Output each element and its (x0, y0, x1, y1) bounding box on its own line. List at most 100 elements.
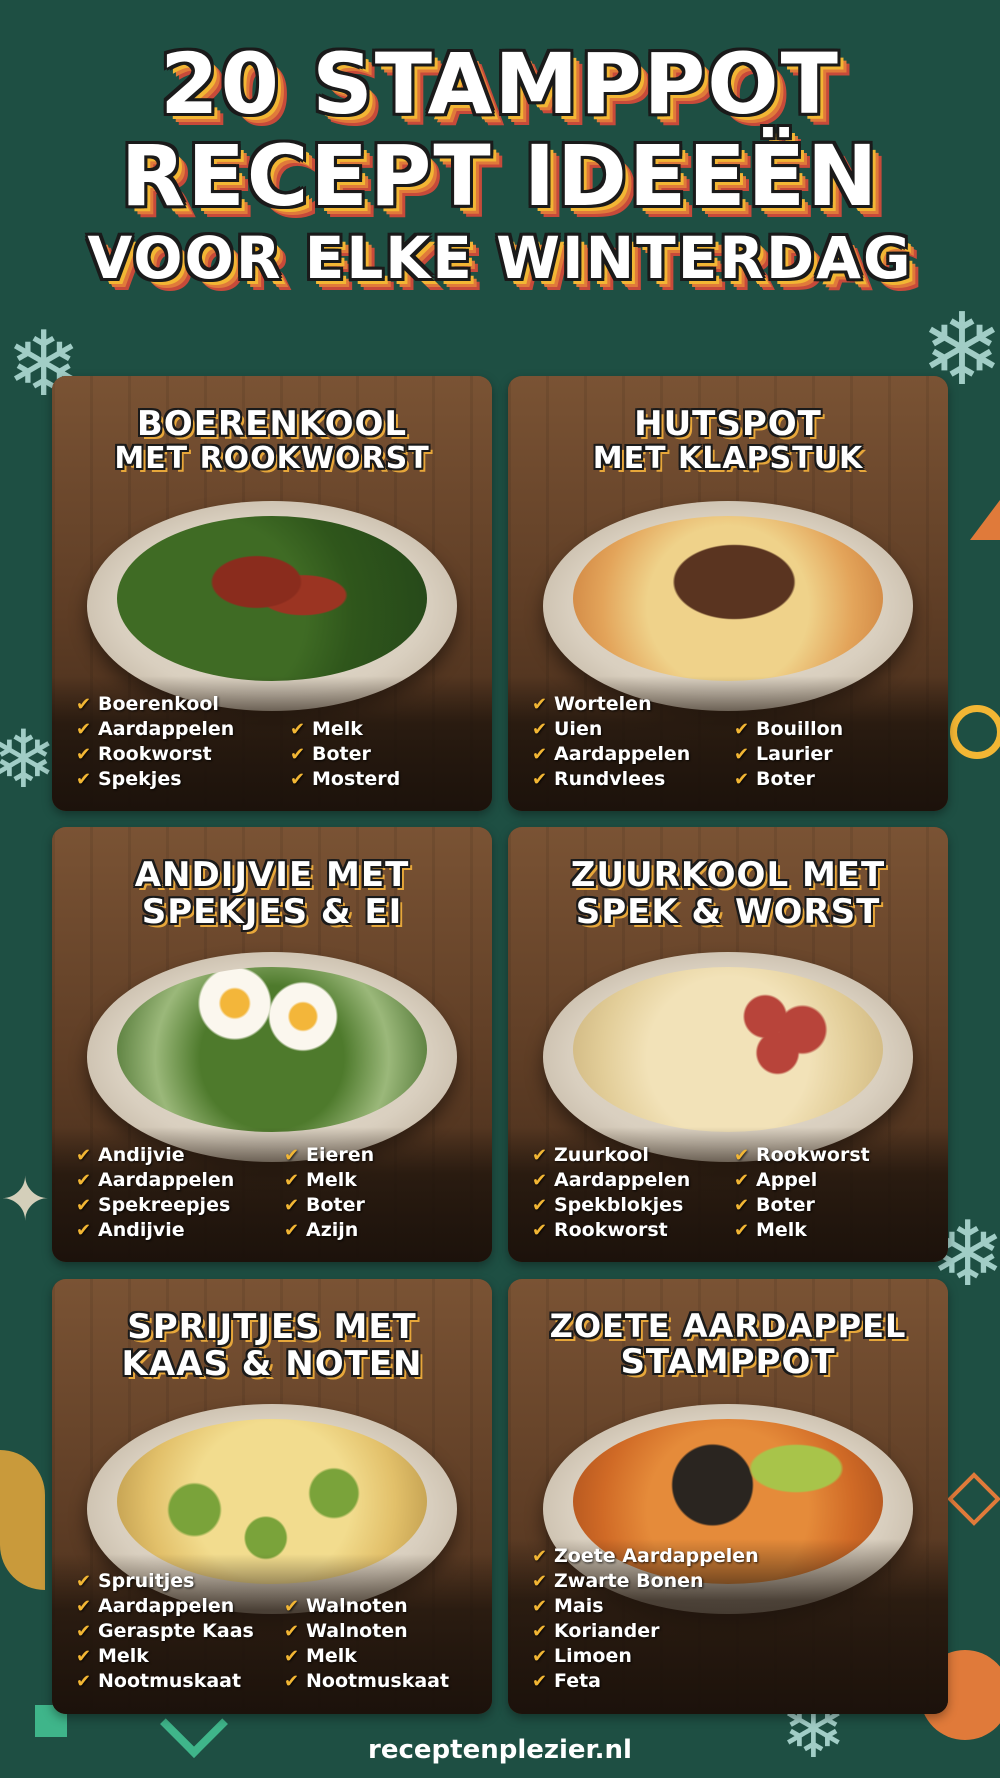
check-icon: ✔ (532, 694, 548, 715)
check-icon: ✔ (76, 1170, 92, 1191)
recipe-title: HUTSPOT MET KLAPSTUK (592, 404, 864, 476)
ingredient-item: ✔ Melk (290, 718, 363, 740)
ingredient-item: ✔ Aardappelen (76, 1169, 235, 1191)
check-icon: ✔ (532, 1671, 548, 1692)
ingredient-list: ✔ Walnoten ✔ Walnoten ✔ Melk ✔ Nootmuskaat (284, 1594, 449, 1694)
ingredient-item: ✔ Wortelen (532, 693, 652, 715)
check-icon: ✔ (284, 1671, 300, 1692)
ingredient-item: ✔ Melk (76, 1645, 149, 1667)
ingredient-item: ✔ Nootmuskaat (76, 1670, 242, 1692)
ingredient-item: ✔ Walnoten (284, 1595, 408, 1617)
ingredient-item: ✔ Geraspte Kaas (76, 1620, 254, 1642)
ingredient-item: ✔ Appel (734, 1169, 818, 1191)
check-icon: ✔ (290, 719, 306, 740)
check-icon: ✔ (532, 719, 548, 740)
title-line-3: VOOR ELKE WINTERDAG (87, 224, 913, 293)
food-image (117, 516, 427, 681)
ingredient-list: ✔ Boerenkool ✔ Aardappelen ✔ Rookworst ✔ Spe… (76, 692, 234, 792)
ingredient-item: ✔ Melk (284, 1169, 357, 1191)
check-icon: ✔ (532, 1596, 548, 1617)
check-icon: ✔ (76, 1220, 92, 1241)
recipe-title: ZUURKOOL MET SPEK & WORST (570, 855, 886, 932)
recipe-card-andijvie[interactable]: ANDIJVIE MET SPEKJES & EI ✔ Andijvie ✔ Aar… (52, 827, 492, 1262)
check-icon: ✔ (284, 1596, 300, 1617)
check-icon: ✔ (76, 1145, 92, 1166)
check-icon: ✔ (734, 1220, 750, 1241)
sparkle-icon: ✦ (0, 1165, 51, 1235)
check-icon: ✔ (734, 744, 750, 765)
check-icon: ✔ (76, 1671, 92, 1692)
ingredient-item: ✔ Boerenkool (76, 693, 219, 715)
title-line-1: 20 STAMPPOT (160, 35, 840, 133)
check-icon: ✔ (284, 1170, 300, 1191)
ingredient-list: ✔ Wortelen ✔ Uien ✔ Aardappelen ✔ Rundvlees (532, 692, 690, 792)
ingredient-item: ✔ Spekjes (76, 768, 182, 790)
ingredient-list: ✔ Melk ✔ Boter ✔ Mosterd (290, 717, 400, 792)
check-icon: ✔ (76, 744, 92, 765)
check-icon: ✔ (532, 1220, 548, 1241)
footer-website[interactable]: receptenplezier.nl (0, 1735, 1000, 1765)
ingredient-item: ✔ Rookworst (76, 743, 212, 765)
check-icon: ✔ (76, 1646, 92, 1667)
recipe-card-zoete-aardappel[interactable]: ZOETE AARDAPPEL STAMPPOT ✔ Zoete Aardappe… (508, 1279, 948, 1714)
ingredient-item: ✔ Mosterd (290, 768, 401, 790)
ingredient-item: ✔ Zwarte Bonen (532, 1570, 704, 1592)
ingredient-list: ✔ Rookworst ✔ Appel ✔ Boter ✔ Melk (734, 1143, 870, 1243)
orange-leaf-decoration (0, 1450, 45, 1590)
check-icon: ✔ (76, 1195, 92, 1216)
ingredient-item: ✔ Koriander (532, 1620, 660, 1642)
ingredient-item: ✔ Aardappelen (76, 1595, 235, 1617)
ingredient-item: ✔ Rookworst (532, 1219, 668, 1241)
recipe-title: SPRIJTJES MET KAAS & NOTEN (121, 1307, 423, 1384)
check-icon: ✔ (76, 1571, 92, 1592)
ingredient-item: ✔ Aardappelen (76, 718, 235, 740)
check-icon: ✔ (76, 1621, 92, 1642)
page-title: 20 STAMPPOT RECEPT IDEEËN VOOR ELKE WINT… (0, 40, 1000, 289)
recipe-title: ZOETE AARDAPPEL STAMPPOT (549, 1307, 907, 1382)
orange-circle-decoration (950, 705, 1000, 759)
ingredient-list: ✔ Eieren ✔ Melk ✔ Boter ✔ Azijn (284, 1143, 374, 1243)
ingredient-item: ✔ Mais (532, 1595, 604, 1617)
check-icon: ✔ (532, 1621, 548, 1642)
ingredient-item: ✔ Walnoten (284, 1620, 408, 1642)
recipe-title: BOERENKOOL MET ROOKWORST (114, 404, 430, 476)
recipe-card-boerenkool[interactable]: BOERENKOOL MET ROOKWORST ✔ Boerenkool ✔ Aa… (52, 376, 492, 811)
check-icon: ✔ (532, 1170, 548, 1191)
check-icon: ✔ (284, 1646, 300, 1667)
food-image (573, 516, 883, 681)
ingredient-item: ✔ Rookworst (734, 1144, 870, 1166)
ingredient-item: ✔ Spruitjes (76, 1570, 195, 1592)
ingredient-item: ✔ Boter (734, 1194, 815, 1216)
check-icon: ✔ (76, 719, 92, 740)
ingredient-item: ✔ Feta (532, 1670, 601, 1692)
ingredient-item: ✔ Spekblokjes (532, 1194, 684, 1216)
check-icon: ✔ (76, 1596, 92, 1617)
check-icon: ✔ (734, 719, 750, 740)
check-icon: ✔ (734, 769, 750, 790)
ingredient-item: ✔ Nootmuskaat (284, 1670, 450, 1692)
check-icon: ✔ (532, 1145, 548, 1166)
ingredient-list: ✔ Zoete Aardappelen ✔ Zwarte Bonen ✔ Mais ✔… (532, 1544, 759, 1694)
ingredient-list: ✔ Zuurkool ✔ Aardappelen ✔ Spekblokjes ✔ Roo… (532, 1143, 690, 1243)
check-icon: ✔ (284, 1195, 300, 1216)
check-icon: ✔ (532, 1195, 548, 1216)
ingredient-item: ✔ Limoen (532, 1645, 632, 1667)
check-icon: ✔ (734, 1170, 750, 1191)
ingredient-item: ✔ Azijn (284, 1219, 359, 1241)
recipe-card-hutspot[interactable]: HUTSPOT MET KLAPSTUK ✔ Wortelen ✔ Uien ✔ Aa… (508, 376, 948, 811)
check-icon: ✔ (734, 1195, 750, 1216)
check-icon: ✔ (290, 769, 306, 790)
ingredient-item: ✔ Andijvie (76, 1219, 185, 1241)
ingredient-item: ✔ Eieren (284, 1144, 375, 1166)
check-icon: ✔ (284, 1621, 300, 1642)
check-icon: ✔ (290, 744, 306, 765)
ingredient-item: ✔ Spekreepjes (76, 1194, 231, 1216)
ingredient-item: ✔ Andijvie (76, 1144, 185, 1166)
ingredient-list: ✔ Andijvie ✔ Aardappelen ✔ Spekreepjes ✔ And… (76, 1143, 234, 1243)
check-icon: ✔ (532, 769, 548, 790)
food-image (117, 967, 427, 1132)
ingredient-item: ✔ Rundvlees (532, 768, 666, 790)
recipe-card-spruitjes[interactable]: SPRIJTJES MET KAAS & NOTEN ✔ Spruitjes ✔ A… (52, 1279, 492, 1714)
ingredient-item: ✔ Zuurkool (532, 1144, 649, 1166)
recipe-card-zuurkool[interactable]: ZUURKOOL MET SPEK & WORST ✔ Zuurkool ✔ Aar… (508, 827, 948, 1262)
